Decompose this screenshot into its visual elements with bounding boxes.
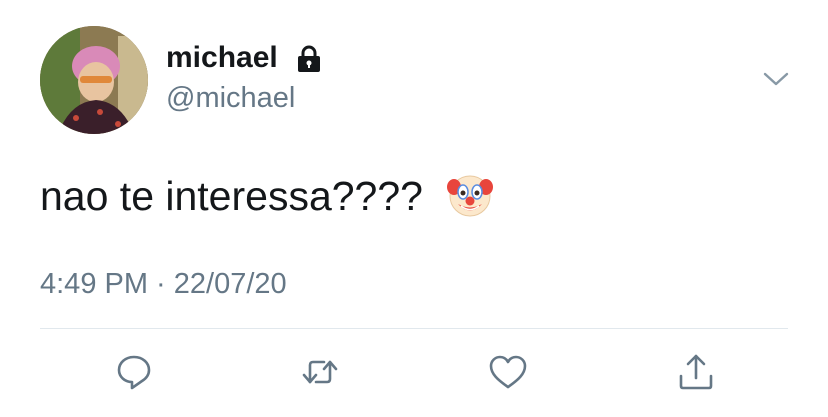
avatar[interactable]	[40, 26, 148, 134]
chevron-down-icon[interactable]	[760, 66, 792, 90]
like-button[interactable]	[486, 350, 530, 394]
heart-icon	[489, 355, 527, 389]
tweet-card: michael @michael nao te interessa???? 4:…	[0, 0, 828, 417]
tweet-text: nao te interessa????	[40, 173, 423, 219]
lock-icon	[298, 45, 320, 72]
tweet-timestamp[interactable]: 4:49 PM · 22/07/20	[40, 266, 287, 302]
divider	[40, 328, 788, 329]
retweet-icon	[302, 360, 338, 384]
reply-icon	[117, 355, 151, 390]
clown-face-emoji-icon	[447, 175, 493, 217]
reply-button[interactable]	[112, 350, 156, 394]
profile-photo-icon	[40, 26, 148, 134]
user-handle[interactable]: @michael	[166, 80, 295, 116]
display-name[interactable]: michael	[166, 40, 278, 76]
retweet-button[interactable]	[298, 350, 342, 394]
share-icon	[679, 354, 713, 390]
share-button[interactable]	[674, 350, 718, 394]
